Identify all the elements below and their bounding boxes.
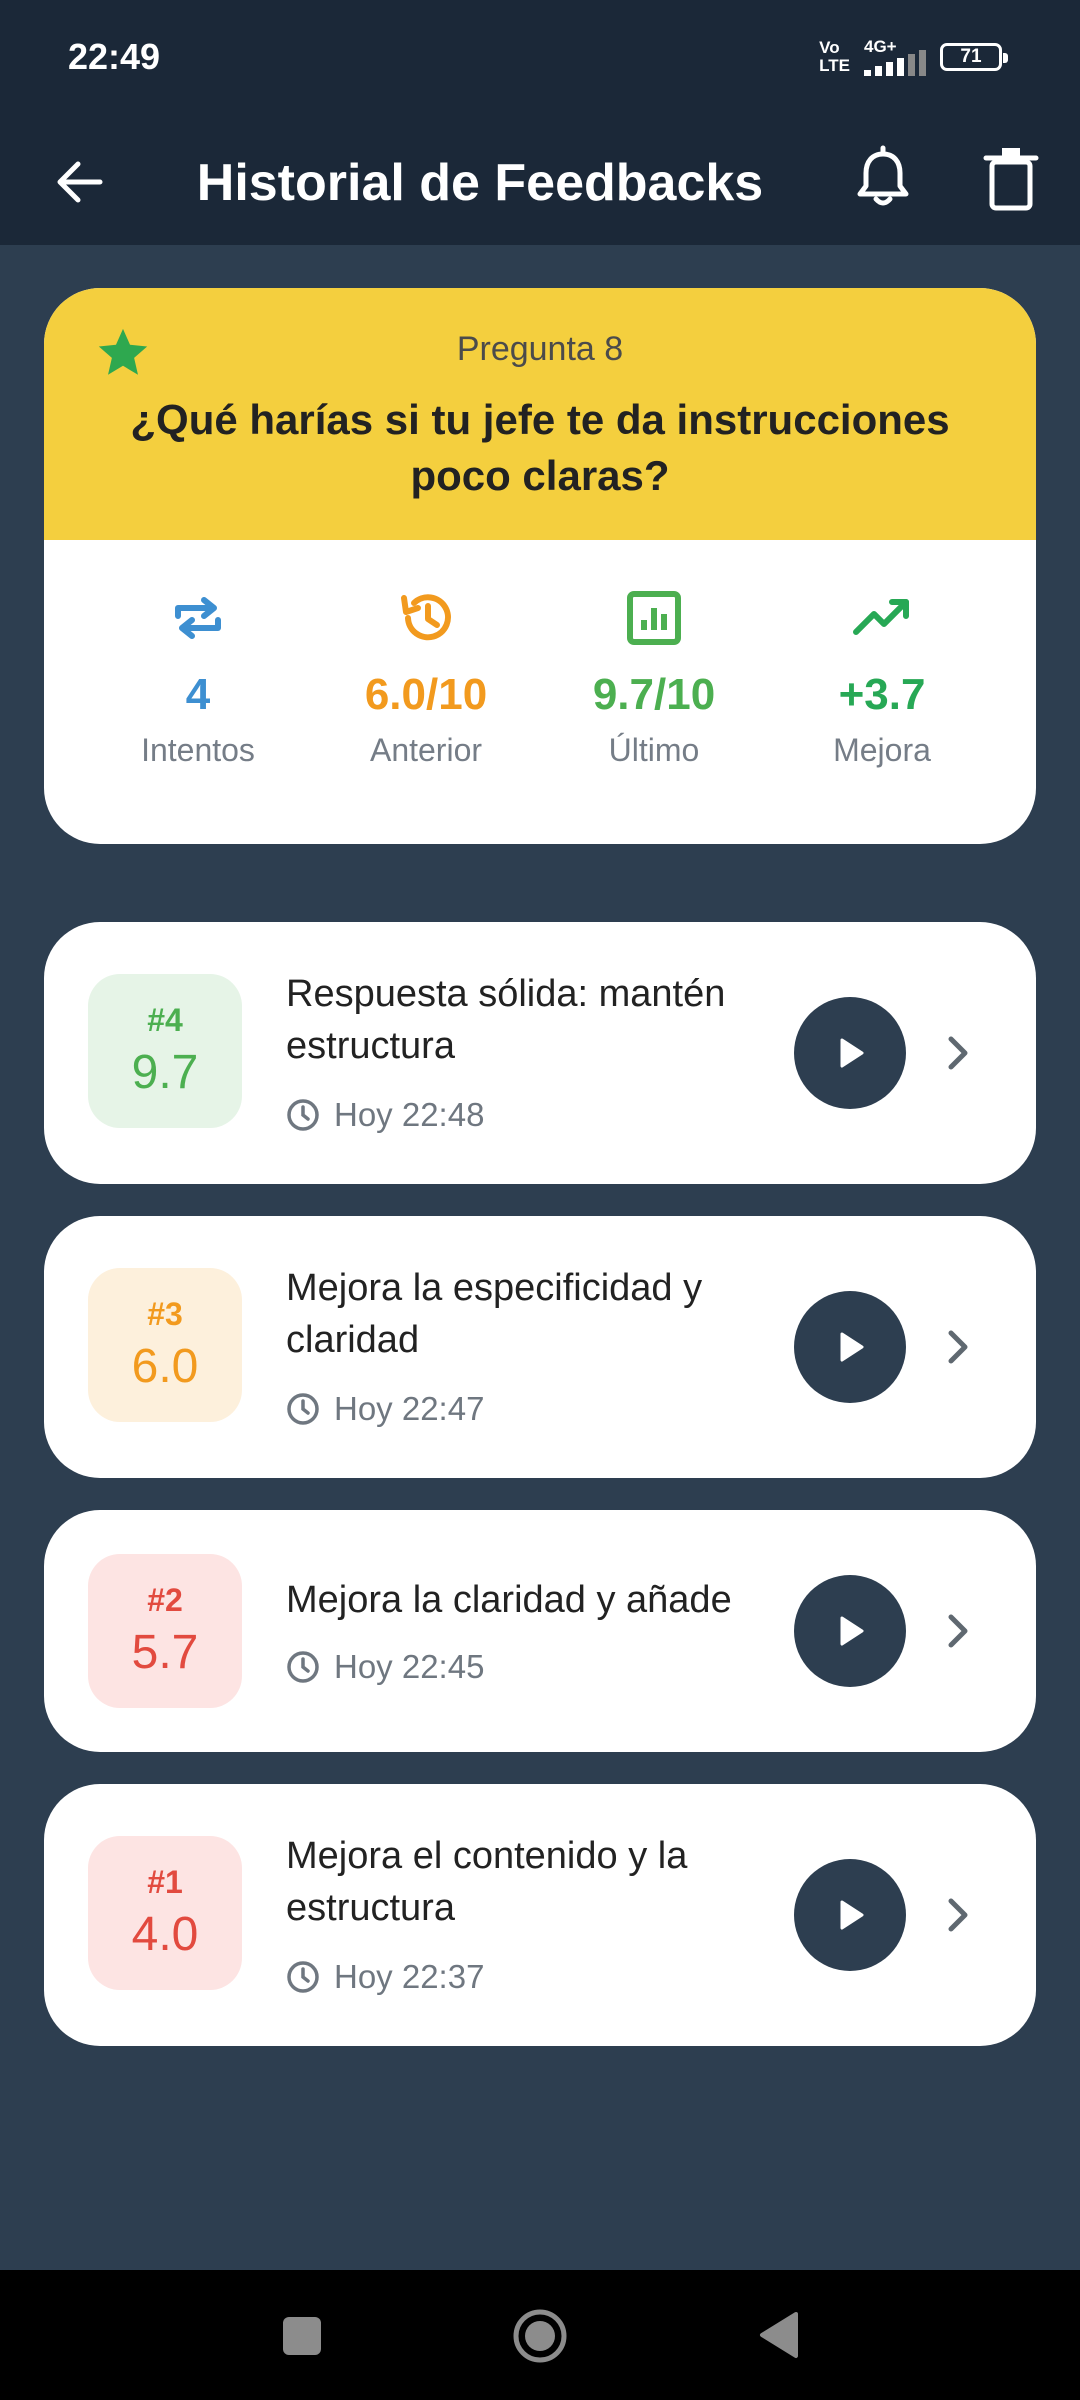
score-badge: #2 5.7 [88, 1554, 242, 1708]
system-nav-bar [0, 2270, 1080, 2400]
play-button[interactable] [794, 1291, 906, 1403]
stat-improvement: +3.7 Mejora [782, 540, 982, 844]
status-bar: 22:49 Vo LTE 4G+ 71 [0, 0, 1080, 120]
attempt-time: Hoy 22:45 [286, 1648, 484, 1686]
clock-icon [287, 1099, 319, 1131]
attempt-card[interactable]: #1 4.0 Mejora el contenido y la estructu… [44, 1784, 1036, 2046]
history-icon [401, 594, 451, 641]
bell-icon[interactable] [848, 144, 918, 214]
stat-last: 9.7/10 Último [554, 540, 754, 844]
trash-icon[interactable] [976, 144, 1046, 214]
clock-icon [287, 1393, 319, 1425]
attempt-card[interactable]: #2 5.7 Mejora la claridad y añade Hoy 22… [44, 1510, 1036, 1752]
recents-button[interactable] [283, 2317, 321, 2355]
stats-row: 4 Intentos 6.0/10 Anterior 9.7/10 Último [44, 540, 1036, 844]
play-icon [840, 1616, 864, 1646]
attempt-title: Mejora la especificidad y claridad [286, 1267, 703, 1361]
chevron-right-icon[interactable] [940, 1607, 976, 1655]
play-button[interactable] [794, 1859, 906, 1971]
play-icon [840, 1038, 864, 1068]
play-icon [840, 1332, 864, 1362]
score-badge: #4 9.7 [88, 974, 242, 1128]
attempt-title: Mejora el contenido y la estructura [286, 1835, 688, 1929]
attempt-time: Hoy 22:47 [286, 1390, 484, 1428]
attempt-title: Respuesta sólida: mantén estructura [286, 973, 726, 1067]
attempt-card[interactable]: #4 9.7 Respuesta sólida: mantén estructu… [44, 922, 1036, 1184]
question-card: Pregunta 8 ¿Qué harías si tu jefe te da … [44, 288, 1036, 844]
play-button[interactable] [794, 1575, 906, 1687]
play-icon [840, 1900, 864, 1930]
status-time: 22:49 [68, 36, 161, 77]
app-bar: Historial de Feedbacks [0, 120, 1080, 245]
chevron-right-icon[interactable] [940, 1323, 976, 1371]
play-button[interactable] [794, 997, 906, 1109]
system-back-button[interactable] [756, 2310, 800, 2360]
trending-up-icon [853, 599, 909, 635]
question-header: Pregunta 8 ¿Qué harías si tu jefe te da … [44, 288, 1036, 540]
stat-previous: 6.0/10 Anterior [326, 540, 526, 844]
attempt-time: Hoy 22:37 [286, 1958, 484, 1996]
attempt-time: Hoy 22:48 [286, 1096, 484, 1134]
question-text: ¿Qué harías si tu jefe te da instruccion… [130, 396, 950, 499]
page-title: Historial de Feedbacks [196, 153, 764, 212]
repeat-icon [175, 597, 221, 639]
question-number: Pregunta 8 [456, 330, 624, 368]
stat-attempts: 4 Intentos [98, 540, 298, 844]
chart-icon [627, 591, 681, 645]
home-button[interactable] [512, 2308, 568, 2364]
attempt-card[interactable]: #3 6.0 Mejora la especificidad y clarida… [44, 1216, 1036, 1478]
battery-icon: 71 [940, 43, 1008, 71]
attempt-title: Mejora la claridad y añade [286, 1579, 732, 1621]
clock-icon [287, 1961, 319, 1993]
signal-icon: 4G+ [864, 38, 926, 76]
chevron-right-icon[interactable] [940, 1891, 976, 1939]
status-icons: Vo LTE 4G+ 71 [819, 38, 1008, 76]
chevron-right-icon[interactable] [940, 1029, 976, 1077]
volte-indicator: Vo LTE [819, 38, 850, 75]
score-badge: #1 4.0 [88, 1836, 242, 1990]
score-badge: #3 6.0 [88, 1268, 242, 1422]
clock-icon [287, 1651, 319, 1683]
